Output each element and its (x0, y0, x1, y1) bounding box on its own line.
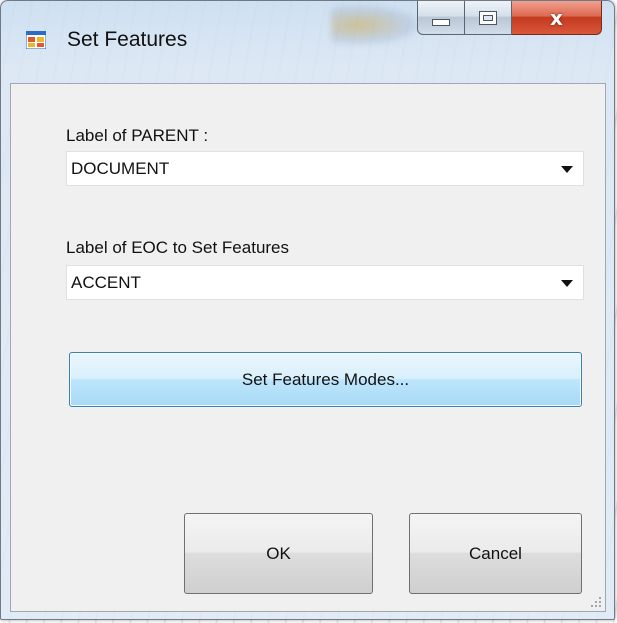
set-features-modes-button[interactable]: Set Features Modes... (69, 352, 582, 407)
parent-value: DOCUMENT (71, 159, 170, 178)
minimize-icon (432, 19, 450, 26)
set-features-dialog: Set Features x Label of PARENT : DOCUMEN… (0, 0, 615, 620)
maximize-button[interactable] (465, 1, 512, 35)
eoc-combobox[interactable]: ACCENT (66, 265, 584, 300)
caption-buttons: x (417, 1, 602, 37)
maximize-icon (479, 10, 497, 25)
dropdown-arrow-icon[interactable] (561, 166, 573, 173)
resize-grip[interactable] (589, 595, 603, 609)
dialog-body: Label of PARENT : DOCUMENT Label of EOC … (10, 83, 606, 612)
background-blur (331, 5, 421, 45)
close-button[interactable]: x (512, 1, 602, 35)
window-title: Set Features (67, 28, 188, 51)
dropdown-arrow-icon[interactable] (561, 280, 573, 287)
cancel-button[interactable]: Cancel (409, 513, 582, 594)
close-icon: x (550, 5, 563, 30)
parent-combobox[interactable]: DOCUMENT (66, 151, 584, 186)
eoc-value: ACCENT (71, 273, 141, 292)
parent-label: Label of PARENT : (66, 126, 209, 145)
title-bar[interactable]: Set Features x (1, 1, 614, 83)
ok-button[interactable]: OK (184, 513, 373, 594)
minimize-button[interactable] (417, 1, 465, 35)
app-form-icon (26, 31, 46, 49)
eoc-label: Label of EOC to Set Features (66, 238, 290, 257)
